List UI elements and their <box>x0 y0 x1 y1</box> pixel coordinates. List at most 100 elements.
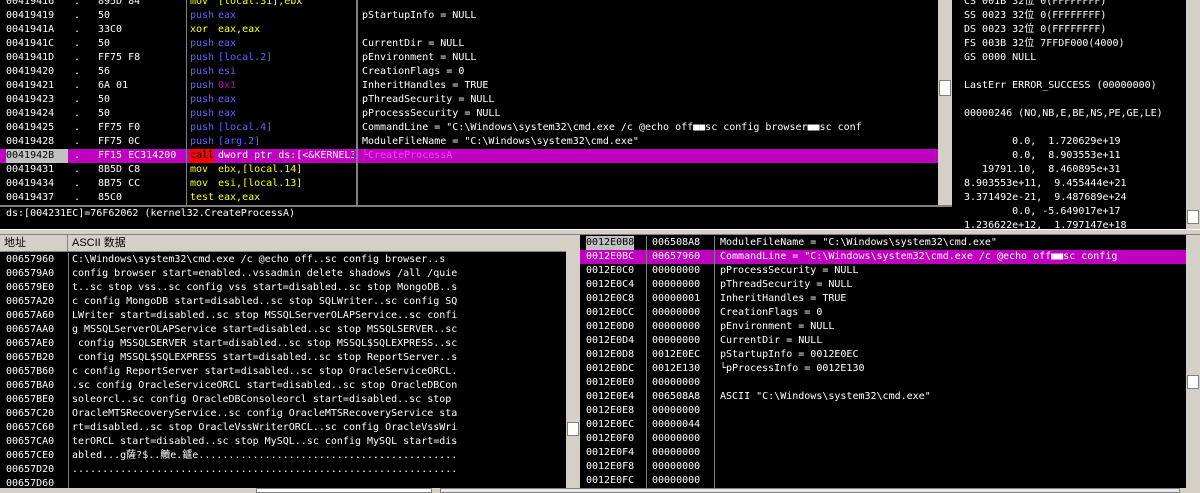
register-line[interactable]: LastErr ERROR_SUCCESS (00000000) <box>964 79 1200 93</box>
stack-row[interactable]: 0012E0F0 00000000 <box>580 432 1186 446</box>
stack-value: 00000001 <box>652 293 701 304</box>
register-line[interactable]: CS 001B 32位 0(FFFFFFFF) <box>964 0 1200 9</box>
stack-comment: ModuleFileName = "C:\Windows\system32\cm… <box>720 237 997 248</box>
stack-row[interactable]: 0012E0D4 00000000 CurrentDir = NULL <box>580 334 1186 348</box>
register-line[interactable]: 8.903553e+11, 9.455444e+21 <box>964 177 1200 191</box>
stack-row[interactable]: 0012E0B8 006508A8 ModuleFileName = "C:\Win… <box>580 236 1186 250</box>
register-line[interactable]: 19791.10, 8.460895e+31 <box>964 163 1200 177</box>
stack-row[interactable]: 0012E0DC 0012E130 └pProcessInfo = 0012E130 <box>580 362 1186 376</box>
registers-scrollbar-thumb[interactable] <box>1187 210 1199 224</box>
stack-scrollbar-thumb[interactable] <box>1187 375 1199 389</box>
register-line[interactable] <box>964 121 1200 135</box>
dump-row[interactable]: 00657BA0 .sc config OracleServiceORCL sta… <box>0 379 566 393</box>
info-line: ds:[004231EC]=76F62062 (kernel32.CreateP… <box>0 207 952 229</box>
register-line[interactable]: DS 0023 32位 0(FFFFFFFF) <box>964 23 1200 37</box>
dump-ascii: .sc config OracleServiceORCL start=disab… <box>72 380 458 391</box>
disasm-mark: . <box>74 10 81 21</box>
stack-row[interactable]: 0012E0C0 00000000 pProcessSecurity = NULL <box>580 264 1186 278</box>
registers-scrollbar[interactable] <box>1186 0 1200 232</box>
dump-row[interactable]: 00657B60 c config ReportServer start=disa… <box>0 365 566 379</box>
dump-row[interactable]: 00657BE0 soleorcl..sc config OracleDBCons… <box>0 393 566 407</box>
dump-row[interactable]: 00657D20................................… <box>0 463 566 477</box>
dump-row[interactable]: 006579A0 config browser start=enabled..vs… <box>0 267 566 281</box>
disasm-scrollbar[interactable] <box>938 0 952 205</box>
disasm-comment: InheritHandles = TRUE <box>362 80 489 91</box>
disasm-row[interactable]: 0041941D. FF75 F8 push [local.2] <box>0 51 356 65</box>
disasm-row[interactable]: 00419425. FF75 F0 push [local.4] <box>0 121 356 135</box>
dump-scrollbar-thumb[interactable] <box>567 422 579 436</box>
disasm-row[interactable]: 00419431. 8B5D C8 mov ebx,[local.14] <box>0 163 356 177</box>
stack-row[interactable]: 0012E0E8 00000000 <box>580 404 1186 418</box>
register-line[interactable] <box>964 65 1200 79</box>
register-line[interactable]: 00000246 (NO,NB,E,BE,NS,PE,GE,LE) <box>964 107 1200 121</box>
disasm-scrollbar-thumb[interactable] <box>939 80 951 96</box>
disasm-row[interactable]: 00419419. 50 push eax <box>0 9 356 23</box>
disasm-row[interactable]: 00419416. 895D 84 mov [local.31],ebx <box>0 0 356 9</box>
disasm-row[interactable]: 00419428. FF75 0C push [arg.2] <box>0 135 356 149</box>
dump-address: 00657BE0 <box>6 394 55 405</box>
dump-header-address[interactable]: 地址 <box>0 235 68 251</box>
stack-row[interactable]: 0012E0FC 00000000 <box>580 474 1186 488</box>
dump-row[interactable]: 00657960 C:\Windows\system32\cmd.exe /c @… <box>0 253 566 267</box>
dump-row[interactable]: 00657CE0 abled...g薩?$..贕e.鑪e.............… <box>0 449 566 463</box>
disasm-mnemonic: call <box>190 149 215 163</box>
disassembly-pane[interactable]: 00419416. 895D 84 mov [local.31],ebx 0041941… <box>0 0 356 205</box>
dump-row[interactable]: 00657A20 c config MongoDB start=disabled.… <box>0 295 566 309</box>
dump-row[interactable]: 006579E0 t..sc stop vss..sc config vss st… <box>0 281 566 295</box>
disasm-row[interactable]: 00419424. 50 push eax <box>0 107 356 121</box>
dump-header-ascii[interactable]: ASCII 数据 <box>68 235 566 251</box>
stack-row[interactable]: 0012E0BC 00657960 CommandLine = "C:\Window… <box>580 250 1186 264</box>
register-line[interactable] <box>964 93 1200 107</box>
stack-address: 0012E0BC <box>586 251 635 262</box>
disasm-mark: . <box>74 94 81 105</box>
dump-pane[interactable]: 地址 ASCII 数据 00657960 C:\Windows\system32\c… <box>0 235 566 488</box>
register-line[interactable]: 0.0, 1.720629e+19 <box>964 135 1200 149</box>
stack-row[interactable]: 0012E0EC 00000044 <box>580 418 1186 432</box>
dump-row[interactable]: 00657AA0 g MSSQLServerOLAPService start=d… <box>0 323 566 337</box>
stack-col-divider <box>646 460 647 474</box>
dump-scrollbar[interactable] <box>566 235 580 488</box>
disasm-row[interactable]: 00419421. 6A 01 push 0x1 <box>0 79 356 93</box>
stack-row[interactable]: 0012E0C8 00000001 InheritHandles = TRUE <box>580 292 1186 306</box>
disasm-address: 00419416 <box>6 0 55 7</box>
dump-address: 00657CA0 <box>6 436 55 447</box>
disasm-row[interactable]: 00419420. 56 push esi <box>0 65 356 79</box>
stack-pane[interactable]: 0012E0B8 006508A8 ModuleFileName = "C:\Win… <box>580 235 1186 488</box>
stack-row[interactable]: 0012E0F8 00000000 <box>580 460 1186 474</box>
dump-row[interactable]: 00657C20 OracleMTSRecoveryService..sc con… <box>0 407 566 421</box>
stack-col-divider <box>714 376 715 390</box>
stack-row[interactable]: 0012E0C4 00000000 pThreadSecurity = NULL <box>580 278 1186 292</box>
disasm-address: 00419424 <box>6 108 55 119</box>
disasm-col-divider <box>186 107 187 121</box>
register-line[interactable]: GS 0000 NULL <box>964 51 1200 65</box>
stack-row[interactable]: 0012E0E4 006508A8 ASCII "C:\Windows\system… <box>580 390 1186 404</box>
dump-ascii: c config ReportServer start=disabled..sc… <box>72 366 458 377</box>
register-line[interactable]: 0.0, 8.903553e+11 <box>964 149 1200 163</box>
register-line[interactable]: 3.371492e-21, 9.487689e+24 <box>964 191 1200 205</box>
registers-pane[interactable]: CS 001B 32位 0(FFFFFFFF) SS 0023 32位 0(FFF… <box>952 0 1200 232</box>
disasm-row[interactable]: 00419434. 8B75 CC mov esi,[local.13] <box>0 177 356 191</box>
stack-row[interactable]: 0012E0E0 00000000 <box>580 376 1186 390</box>
disasm-row[interactable]: 00419423. 50 push eax <box>0 93 356 107</box>
stack-scrollbar[interactable] <box>1186 235 1200 488</box>
disasm-row[interactable]: 0041941A. 33C0 xor eax,eax <box>0 23 356 37</box>
disasm-row[interactable]: 0041941C. 50 push eax <box>0 37 356 51</box>
dump-row[interactable]: 00657CA0 terORCL start=disabled..sc stop … <box>0 435 566 449</box>
stack-row[interactable]: 0012E0F4 00000000 <box>580 446 1186 460</box>
dump-row[interactable]: 00657A60 LWriter start=disabled..sc stop … <box>0 309 566 323</box>
disasm-row[interactable]: 0041942B. FF15 EC314200 call dword ptr ds:[… <box>0 149 356 163</box>
disasm-comments-pane[interactable]: pStartupInfo = NULL CurrentDir = NULL pEnv… <box>358 0 938 205</box>
stack-row[interactable]: 0012E0D8 0012E0EC pStartupInfo = 0012E0EC <box>580 348 1186 362</box>
dump-row[interactable]: 00657D60 <box>0 477 566 488</box>
register-line[interactable]: SS 0023 32位 0(FFFFFFFF) <box>964 9 1200 23</box>
stack-row[interactable]: 0012E0D0 00000000 pEnvironment = NULL <box>580 320 1186 334</box>
disasm-row[interactable]: 00419437. 85C0 test eax,eax <box>0 191 356 205</box>
dump-row[interactable]: 00657B20 config MSSQL$SQLEXPRESS start=d… <box>0 351 566 365</box>
register-line[interactable]: 0.0, -5.649017e+17 <box>964 205 1200 219</box>
stack-row[interactable]: 0012E0CC 00000000 CreationFlags = 0 <box>580 306 1186 320</box>
disasm-bytes: FF15 EC314200 <box>98 150 177 161</box>
disasm-bytes: FF75 F0 <box>98 122 141 133</box>
register-line[interactable]: FS 003B 32位 7FFDF000(4000) <box>964 37 1200 51</box>
dump-row[interactable]: 00657AE0 config MSSQLSERVER start=disabl… <box>0 337 566 351</box>
dump-row[interactable]: 00657C60 rt=disabled..sc stop OracleVssWr… <box>0 421 566 435</box>
